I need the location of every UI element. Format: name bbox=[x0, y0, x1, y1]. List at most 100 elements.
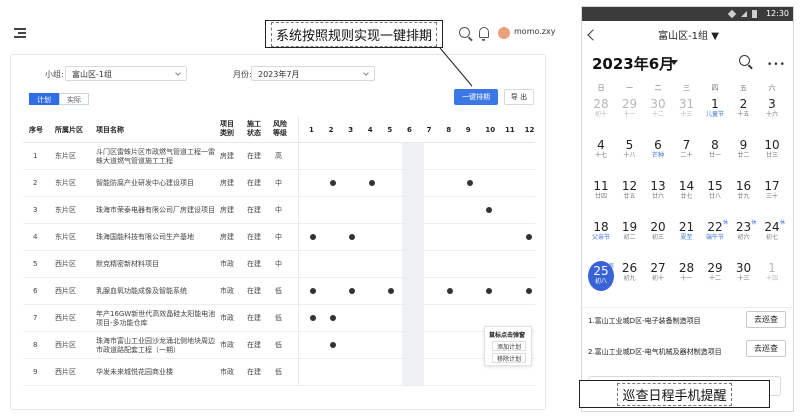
calendar-day[interactable]: 29 十一 bbox=[617, 95, 643, 133]
table-row[interactable]: 1 东片区 斗门区雷蛛片区市政燃气管道工程一雷蛛大道燃气管道施工工程 房建 在建 高 bbox=[23, 143, 535, 170]
calendar-day[interactable]: 28 十一 bbox=[674, 259, 700, 297]
wifi-icon bbox=[727, 9, 737, 19]
calendar-day[interactable]: 27 初十 bbox=[645, 259, 671, 297]
caret-down-icon[interactable] bbox=[670, 60, 678, 65]
table-row[interactable]: 2 东片区 智能防腐产业研发中心建设项目 房建 在建 中 bbox=[23, 170, 535, 197]
more-icon[interactable]: ••• bbox=[767, 60, 786, 70]
calendar-day[interactable]: 4 十七 bbox=[588, 136, 614, 174]
inspect-button[interactable]: 去巡查 bbox=[746, 311, 786, 328]
calendar-day-today[interactable]: 25 班初八 bbox=[588, 261, 614, 291]
calendar-day[interactable]: 2 十五 bbox=[731, 95, 757, 133]
lunar-date: 初九 bbox=[623, 275, 636, 282]
calendar-day[interactable]: 31 十三 bbox=[674, 95, 700, 133]
calendar-day[interactable]: 3 十六 bbox=[759, 95, 785, 133]
table-row[interactable]: 8 西片区 珠海市富山工业园沙龙涌北侧地块周边市政道路配套工程（一期） 市政 在建 低 bbox=[23, 332, 535, 359]
calendar-day[interactable]: 23 休初六 bbox=[731, 218, 757, 256]
calendar-day[interactable]: 30 十三 bbox=[731, 259, 757, 297]
th-month: 11 bbox=[505, 126, 515, 134]
calendar-day[interactable]: 10 廿三 bbox=[759, 136, 785, 174]
add-plan-button[interactable]: 添加计划 bbox=[492, 341, 526, 351]
group-select[interactable]: 富山区-1组 bbox=[65, 66, 187, 81]
remove-plan-button[interactable]: 移除计划 bbox=[492, 353, 526, 363]
schedule-dot[interactable] bbox=[329, 315, 336, 321]
cell-index: 3 bbox=[33, 206, 38, 214]
th-month: 8 bbox=[446, 126, 452, 134]
group-switcher[interactable]: 富山区-1组 ▼ bbox=[582, 27, 793, 42]
calendar-day[interactable]: 26 初九 bbox=[617, 259, 643, 297]
lunar-date: 十五 bbox=[737, 111, 750, 118]
calendar-day[interactable]: 18 父亲节 bbox=[588, 218, 614, 256]
calendar-day[interactable]: 1 儿童节 bbox=[702, 95, 728, 133]
calendar-day[interactable]: 12 廿五 bbox=[617, 177, 643, 215]
schedule-dot[interactable] bbox=[368, 180, 375, 186]
calendar-day[interactable]: 30 十二 bbox=[645, 95, 671, 133]
cell-type: 市政 bbox=[220, 341, 234, 349]
calendar-day[interactable]: 6 芒种 bbox=[645, 136, 671, 174]
chevron-down-icon bbox=[175, 70, 181, 76]
one-click-schedule-button[interactable]: 一键排期 bbox=[454, 89, 498, 105]
month-select[interactable]: 2023年7月 bbox=[251, 66, 375, 81]
table-row[interactable]: 7 西片区 年产16GW新世代高效晶硅太阳能电池项目-多功能仓库 市政 在建 低 bbox=[23, 305, 535, 332]
calendar-day[interactable]: 28 初十 bbox=[588, 95, 614, 133]
lunar-date: 初二 bbox=[623, 234, 636, 241]
menu-collapse-icon[interactable] bbox=[14, 28, 26, 38]
calendar-day[interactable]: 17 三十 bbox=[759, 177, 785, 215]
lunar-date: 十一 bbox=[623, 111, 636, 118]
schedule-dot[interactable] bbox=[310, 288, 316, 294]
schedule-dot[interactable] bbox=[329, 180, 336, 186]
cell-district: 西片区 bbox=[55, 260, 76, 268]
schedule-dot[interactable] bbox=[525, 288, 532, 294]
calendar-month[interactable]: 2023年6月 bbox=[592, 53, 674, 74]
schedule-dot[interactable] bbox=[329, 342, 336, 348]
bell-icon[interactable] bbox=[479, 27, 489, 41]
calendar-day[interactable]: 9 廿二 bbox=[731, 136, 757, 174]
calendar-day[interactable]: 13 廿六 bbox=[645, 177, 671, 215]
task-label: 1.富山工业城D区-电子装备制造项目 bbox=[588, 317, 701, 325]
schedule-dot[interactable] bbox=[310, 315, 316, 321]
cell-project: 珠海国能科技有限公司生产基地 bbox=[96, 233, 194, 241]
tab-plan[interactable]: 计划 bbox=[29, 93, 59, 105]
calendar-day[interactable]: 16 廿九 bbox=[731, 177, 757, 215]
calendar-day[interactable]: 1 十四 bbox=[759, 259, 785, 297]
table-row[interactable]: 9 西片区 华发未来城悦花园商业楼 市政 在建 低 bbox=[23, 359, 535, 386]
day-number: 26 bbox=[621, 261, 638, 275]
calendar-day[interactable]: 14 廿七 bbox=[674, 177, 700, 215]
calendar-day[interactable]: 11 廿四 bbox=[588, 177, 614, 215]
table-row[interactable]: 4 东片区 珠海国能科技有限公司生产基地 房建 在建 中 bbox=[23, 224, 535, 251]
day-number: 7 bbox=[682, 138, 691, 152]
search-icon[interactable] bbox=[459, 27, 470, 38]
schedule-dot[interactable] bbox=[525, 234, 532, 240]
cell-district: 西片区 bbox=[55, 287, 76, 295]
calendar-day[interactable]: 5 十八 bbox=[617, 136, 643, 174]
cell-district: 西片区 bbox=[55, 368, 76, 376]
callout-phone-reminder-text: 巡查日程手机提醒 bbox=[617, 382, 732, 406]
calendar-day[interactable]: 15 廿八 bbox=[702, 177, 728, 215]
cell-type: 市政 bbox=[220, 287, 234, 295]
calendar-day[interactable]: 21 夏至 bbox=[674, 218, 700, 256]
table-row[interactable]: 6 西片区 乳腺血氧功能成像及智能系统 市政 在建 低 bbox=[23, 278, 535, 305]
table-row[interactable]: 5 西片区 默克精密新材料项目 市政 在建 中 bbox=[23, 251, 535, 278]
lunar-date: 三十 bbox=[765, 193, 778, 200]
calendar-day[interactable]: 19 初二 bbox=[617, 218, 643, 256]
cell-index: 8 bbox=[33, 341, 38, 349]
calendar-day[interactable]: 24 休初七 bbox=[759, 218, 785, 256]
lunar-date: 初八 bbox=[594, 278, 607, 285]
inspect-button[interactable]: 去巡查 bbox=[746, 340, 786, 357]
calendar-day[interactable]: 8 廿一 bbox=[702, 136, 728, 174]
user-name[interactable]: momo.zxy bbox=[514, 27, 555, 36]
calendar-day[interactable]: 22 休端午节 bbox=[702, 218, 728, 256]
cell-status: 在建 bbox=[247, 233, 261, 241]
schedule-dot[interactable] bbox=[466, 180, 473, 186]
day-number: 29 bbox=[707, 261, 723, 275]
search-icon[interactable] bbox=[739, 55, 750, 66]
calendar-day[interactable]: 29 十二 bbox=[702, 259, 728, 297]
cell-status: 在建 bbox=[247, 341, 261, 349]
avatar[interactable] bbox=[498, 27, 510, 39]
export-button[interactable]: 导 出 bbox=[504, 89, 534, 105]
table-row[interactable]: 3 东片区 珠海市荣泰电器有限公司厂房建设项目 房建 在建 中 bbox=[23, 197, 535, 224]
calendar-day[interactable]: 20 初三 bbox=[645, 218, 671, 256]
weekday-label: 二 bbox=[654, 84, 662, 92]
tab-actual[interactable]: 实际 bbox=[59, 93, 89, 105]
calendar-day[interactable]: 7 二十 bbox=[674, 136, 700, 174]
schedule-dot[interactable] bbox=[310, 234, 316, 240]
